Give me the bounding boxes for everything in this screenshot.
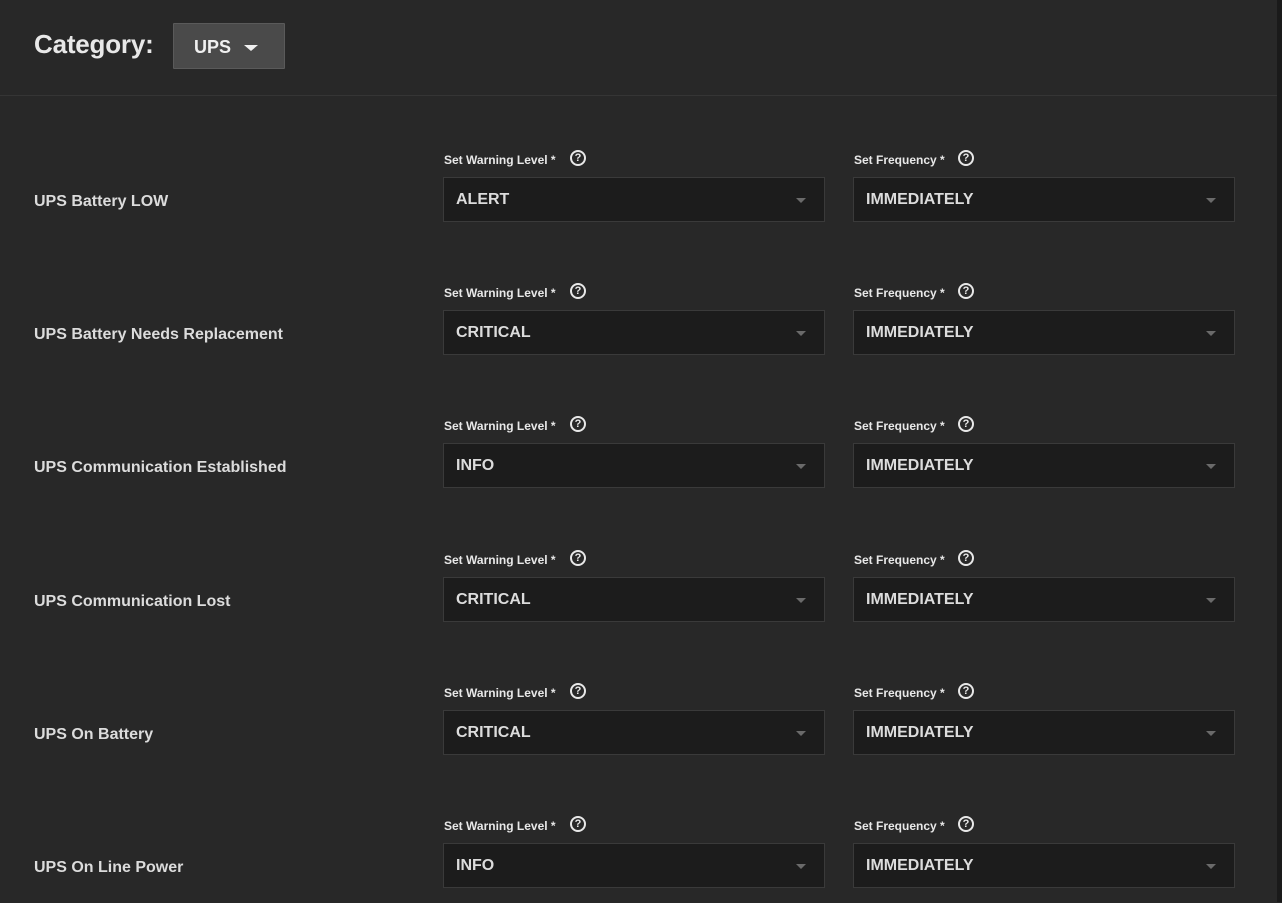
help-circle-icon[interactable]: ?	[570, 816, 586, 832]
help-circle-icon[interactable]: ?	[958, 550, 974, 566]
help-circle-icon[interactable]: ?	[570, 416, 586, 432]
warning-level-select[interactable]: CRITICAL	[443, 710, 825, 755]
chevron-down-icon	[1206, 731, 1216, 736]
frequency-value: IMMEDIATELY	[866, 591, 974, 608]
help-circle-icon[interactable]: ?	[570, 283, 586, 299]
chevron-down-icon	[796, 731, 806, 736]
frequency-value: IMMEDIATELY	[866, 191, 974, 208]
frequency-label: Set Frequency *	[854, 686, 945, 700]
alert-name: UPS Communication Lost	[34, 593, 231, 610]
warning-level-label: Set Warning Level *	[444, 419, 556, 433]
frequency-label: Set Frequency *	[854, 553, 945, 567]
warning-level-value: INFO	[456, 857, 495, 874]
alert-name: UPS Battery Needs Replacement	[34, 326, 283, 343]
frequency-field: Set Frequency * ? IMMEDIATELY	[853, 260, 1235, 355]
alert-row: UPS Communication Established Set Warnin…	[0, 393, 1277, 503]
warning-level-value: CRITICAL	[456, 324, 531, 341]
alert-name: UPS Battery LOW	[34, 193, 169, 210]
chevron-down-icon	[796, 464, 806, 469]
category-value: UPS	[194, 37, 232, 57]
warning-level-field: Set Warning Level * ? CRITICAL	[443, 527, 825, 622]
chevron-down-icon	[1206, 464, 1216, 469]
frequency-label: Set Frequency *	[854, 286, 945, 300]
warning-level-value: CRITICAL	[456, 591, 531, 608]
alert-row: UPS Battery LOW Set Warning Level * ? AL…	[0, 127, 1277, 237]
frequency-select[interactable]: IMMEDIATELY	[853, 843, 1235, 888]
caret-down-icon	[244, 45, 258, 51]
frequency-select[interactable]: IMMEDIATELY	[853, 577, 1235, 622]
frequency-value: IMMEDIATELY	[866, 724, 974, 741]
warning-level-label: Set Warning Level *	[444, 286, 556, 300]
frequency-value: IMMEDIATELY	[866, 324, 974, 341]
frequency-label: Set Frequency *	[854, 819, 945, 833]
help-circle-icon[interactable]: ?	[958, 283, 974, 299]
chevron-down-icon	[1206, 598, 1216, 603]
alert-row: UPS On Battery Set Warning Level * ? CRI…	[0, 660, 1277, 770]
alert-row: UPS On Line Power Set Warning Level * ? …	[0, 793, 1277, 903]
frequency-select[interactable]: IMMEDIATELY	[853, 310, 1235, 355]
alert-row: UPS Battery Needs Replacement Set Warnin…	[0, 260, 1277, 370]
frequency-select[interactable]: IMMEDIATELY	[853, 710, 1235, 755]
chevron-down-icon	[1206, 864, 1216, 869]
frequency-value: IMMEDIATELY	[866, 857, 974, 874]
alert-name: UPS On Battery	[34, 726, 154, 743]
chevron-down-icon	[1206, 331, 1216, 336]
warning-level-value: ALERT	[456, 191, 510, 208]
warning-level-value: CRITICAL	[456, 724, 531, 741]
help-circle-icon[interactable]: ?	[958, 416, 974, 432]
chevron-down-icon	[796, 331, 806, 336]
alert-name: UPS Communication Established	[34, 459, 287, 476]
warning-level-field: Set Warning Level * ? CRITICAL	[443, 260, 825, 355]
warning-level-select[interactable]: CRITICAL	[443, 310, 825, 355]
category-dropdown-button[interactable]: UPS	[173, 23, 285, 69]
warning-level-label: Set Warning Level *	[444, 153, 556, 167]
frequency-field: Set Frequency * ? IMMEDIATELY	[853, 660, 1235, 755]
frequency-field: Set Frequency * ? IMMEDIATELY	[853, 127, 1235, 222]
frequency-value: IMMEDIATELY	[866, 457, 974, 474]
scrollbar[interactable]	[1277, 0, 1282, 902]
warning-level-value: INFO	[456, 457, 495, 474]
chevron-down-icon	[796, 864, 806, 869]
frequency-field: Set Frequency * ? IMMEDIATELY	[853, 527, 1235, 622]
chevron-down-icon	[796, 598, 806, 603]
category-label: Category:	[34, 29, 154, 59]
warning-level-field: Set Warning Level * ? ALERT	[443, 127, 825, 222]
warning-level-label: Set Warning Level *	[444, 819, 556, 833]
alert-name: UPS On Line Power	[34, 859, 184, 876]
warning-level-select[interactable]: INFO	[443, 843, 825, 888]
warning-level-select[interactable]: CRITICAL	[443, 577, 825, 622]
help-circle-icon[interactable]: ?	[958, 816, 974, 832]
help-circle-icon[interactable]: ?	[958, 150, 974, 166]
alert-settings-panel: Category: UPS UPS Battery LOW Set Warnin…	[0, 0, 1277, 902]
frequency-label: Set Frequency *	[854, 153, 945, 167]
alert-row: UPS Communication Lost Set Warning Level…	[0, 527, 1277, 637]
warning-level-label: Set Warning Level *	[444, 686, 556, 700]
warning-level-field: Set Warning Level * ? CRITICAL	[443, 660, 825, 755]
frequency-select[interactable]: IMMEDIATELY	[853, 443, 1235, 488]
help-circle-icon[interactable]: ?	[570, 150, 586, 166]
warning-level-label: Set Warning Level *	[444, 553, 556, 567]
warning-level-select[interactable]: INFO	[443, 443, 825, 488]
warning-level-select[interactable]: ALERT	[443, 177, 825, 222]
frequency-field: Set Frequency * ? IMMEDIATELY	[853, 793, 1235, 888]
warning-level-field: Set Warning Level * ? INFO	[443, 393, 825, 488]
frequency-field: Set Frequency * ? IMMEDIATELY	[853, 393, 1235, 488]
warning-level-field: Set Warning Level * ? INFO	[443, 793, 825, 888]
frequency-select[interactable]: IMMEDIATELY	[853, 177, 1235, 222]
help-circle-icon[interactable]: ?	[570, 683, 586, 699]
frequency-label: Set Frequency *	[854, 419, 945, 433]
category-header: Category: UPS	[0, 0, 1277, 96]
help-circle-icon[interactable]: ?	[958, 683, 974, 699]
chevron-down-icon	[796, 198, 806, 203]
chevron-down-icon	[1206, 198, 1216, 203]
help-circle-icon[interactable]: ?	[570, 550, 586, 566]
